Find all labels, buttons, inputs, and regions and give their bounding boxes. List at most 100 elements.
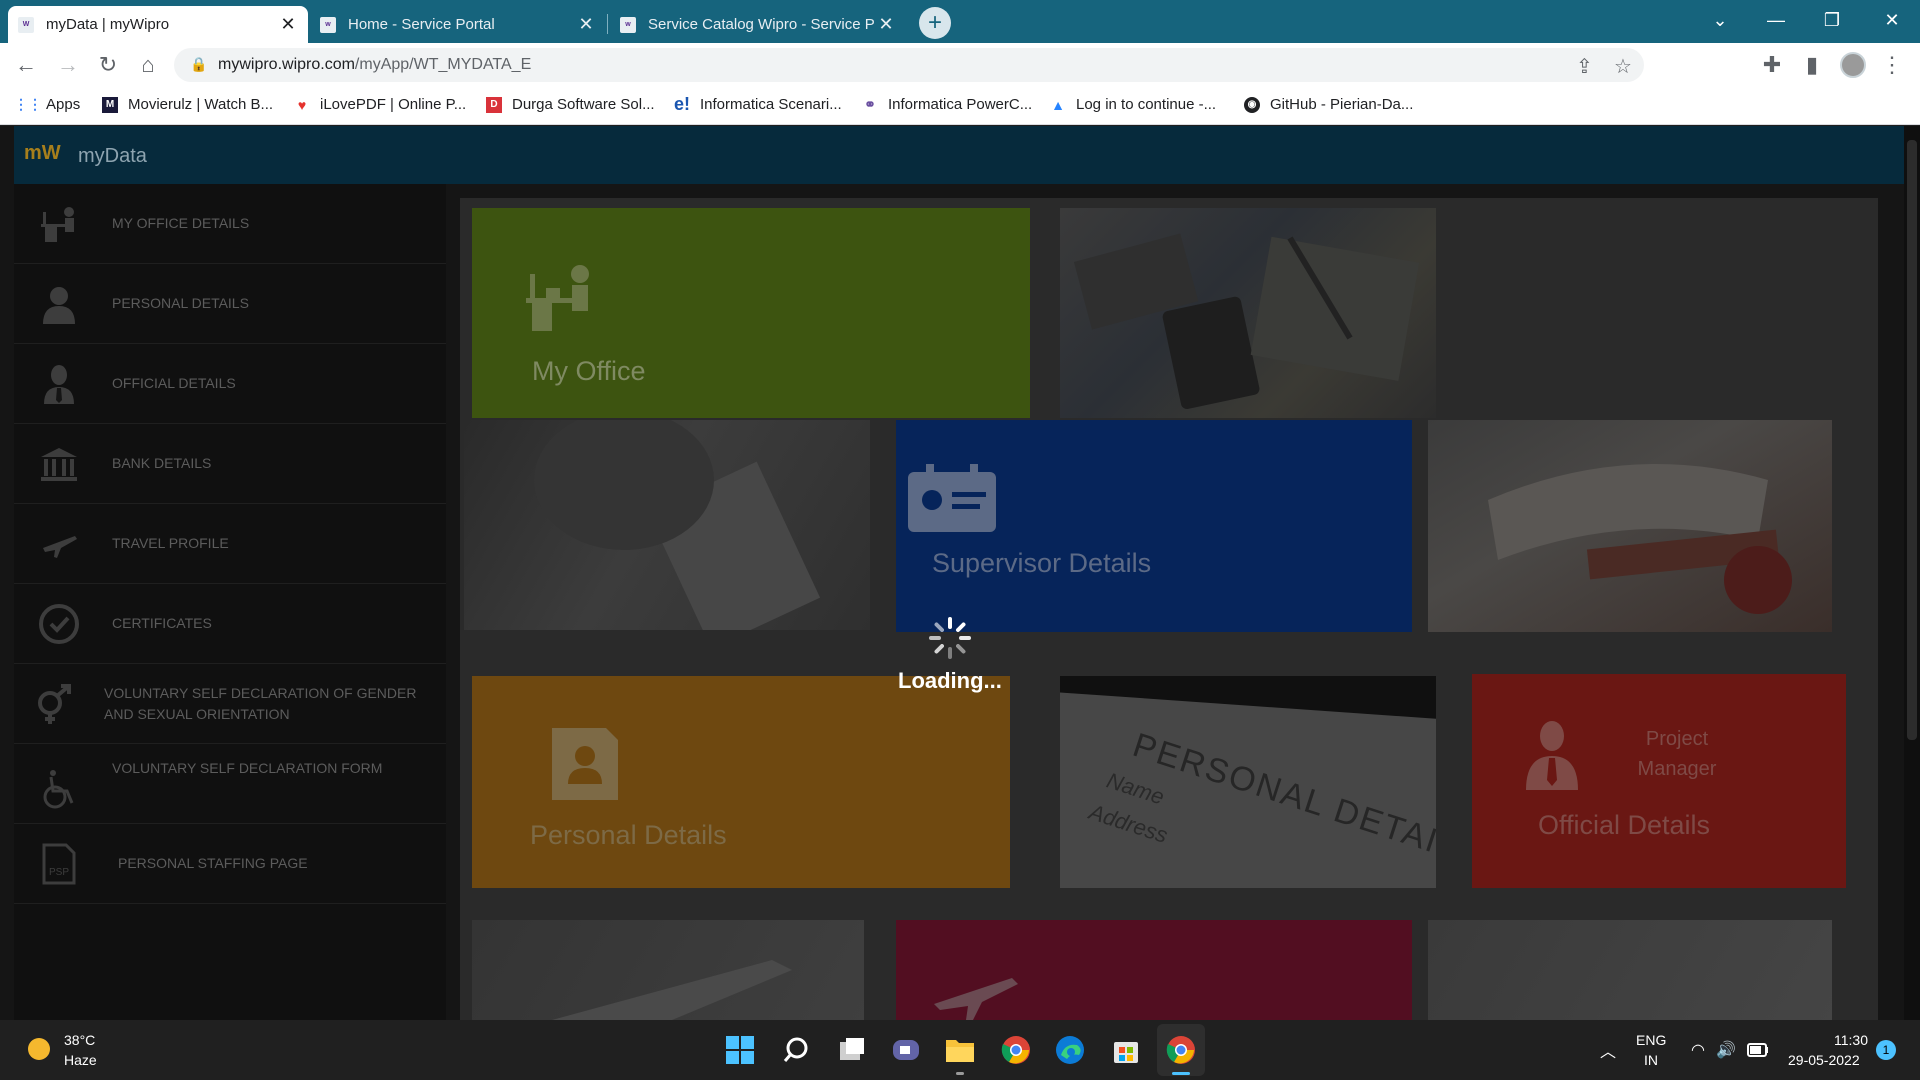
ilovepdf-heart-icon: ♥ (297, 96, 307, 113)
bookmark-label: iLovePDF | Online P... (320, 96, 467, 113)
informatica-e-icon: e! (674, 94, 691, 114)
sidebar-item-my-office-details[interactable]: MY OFFICE DETAILS (14, 184, 446, 264)
bookmark-ilovepdf[interactable]: ♥ iLovePDF | Online P... (294, 96, 466, 113)
app-header: mW myData (14, 126, 1904, 184)
back-arrow-icon[interactable]: ← (10, 49, 42, 81)
my-office-tile[interactable]: My Office (472, 208, 1030, 418)
sidebar-item-personal-details[interactable]: PERSONAL DETAILS (14, 264, 446, 344)
close-tab-icon[interactable]: ✕ (576, 14, 596, 35)
sidebar-item-personal-staffing-page[interactable]: PSP PERSONAL STAFFING PAGE (14, 824, 446, 904)
apps-grid-icon: ⋮⋮ (14, 96, 42, 112)
main-content: My Office Supervisor Details Personal De… (446, 184, 1904, 1020)
official-details-tile[interactable]: Project Manager Official Details (1472, 674, 1846, 888)
airplane-icon (934, 978, 1018, 1020)
teams-chat-icon[interactable] (890, 1034, 922, 1066)
bookmark-apps[interactable]: ⋮⋮ Apps (14, 96, 80, 113)
hands-photo (1428, 920, 1832, 1020)
clock-date[interactable]: 29-05-2022 (1788, 1052, 1860, 1068)
sidebar-item-travel-profile[interactable]: TRAVEL PROFILE (14, 504, 446, 584)
bookmark-atlassian[interactable]: ▲ Log in to continue -... (1050, 96, 1216, 113)
extensions-puzzle-icon[interactable]: ✚ (1756, 49, 1788, 81)
sidebar-item-label: VOLUNTARY SELF DECLARATION FORM (112, 760, 383, 776)
close-window-button[interactable]: ✕ (1864, 0, 1920, 40)
browser-tab-strip: W myData | myWipro ✕ w Home - Service Po… (0, 0, 1920, 43)
menu-kebab-icon[interactable]: ⋮ (1876, 49, 1908, 81)
contact-card-icon (552, 728, 618, 800)
weather-sun-icon[interactable] (28, 1038, 50, 1060)
language-code[interactable]: ENG (1636, 1032, 1666, 1048)
page-scrollbar[interactable] (1904, 126, 1920, 1020)
tab-mydata[interactable]: W myData | myWipro ✕ (8, 6, 308, 43)
mywipro-logo[interactable]: mW (24, 142, 61, 165)
tab-title: Service Catalog Wipro - Service P (648, 16, 875, 33)
desk-person-icon (526, 265, 589, 331)
bookmark-movierulz[interactable]: M Movierulz | Watch B... (102, 96, 273, 113)
tab-search-chevron-icon[interactable]: ⌄ (1692, 0, 1748, 40)
share-icon[interactable]: ⇪ (1576, 54, 1593, 79)
close-tab-icon[interactable]: ✕ (278, 14, 298, 35)
github-icon: ◉ (1244, 96, 1260, 113)
bookmarks-bar: ⋮⋮ Apps M Movierulz | Watch B... ♥ iLove… (0, 87, 1920, 125)
file-explorer-icon[interactable] (944, 1034, 976, 1066)
travel-profile-tile[interactable] (896, 920, 1412, 1020)
edge-icon[interactable] (1054, 1034, 1086, 1066)
lock-icon[interactable]: 🔒 (190, 56, 207, 73)
tab-service-catalog[interactable]: w Service Catalog Wipro - Service P ✕ (610, 6, 906, 43)
forward-arrow-icon[interactable]: → (52, 49, 84, 81)
volume-icon[interactable]: 🔊 (1710, 1034, 1742, 1066)
app-title: myData (78, 145, 147, 167)
battery-icon[interactable] (1742, 1034, 1774, 1066)
sidebar-item-official-details[interactable]: OFFICIAL DETAILS (14, 344, 446, 424)
tab-divider (607, 14, 608, 34)
bookmark-star-icon[interactable]: ☆ (1614, 54, 1632, 79)
sidebar-item-bank-details[interactable]: BANK DETAILS (14, 424, 446, 504)
sidebar-item-certificates[interactable]: CERTIFICATES (14, 584, 446, 664)
new-tab-button[interactable]: + (919, 7, 951, 39)
person-icon (36, 281, 82, 327)
sidebar-item-gender-declaration[interactable]: VOLUNTARY SELF DECLARATION OF GENDER AND… (14, 664, 446, 744)
photo-heading: PERSONAL DETAILS (1128, 726, 1436, 875)
tab-service-portal[interactable]: w Home - Service Portal ✕ (310, 6, 606, 43)
personal-details-paper-photo: PERSONAL DETAILS Name Address (1060, 676, 1436, 888)
weather-desc[interactable]: Haze (64, 1052, 97, 1068)
tile-subtitle-line1: Project (1645, 728, 1709, 750)
windows-start-icon[interactable] (724, 1034, 756, 1066)
personal-details-tile[interactable]: Personal Details (472, 676, 1010, 888)
side-panel-icon[interactable]: ▮ (1796, 49, 1828, 81)
task-view-icon[interactable] (836, 1034, 868, 1066)
restore-button[interactable]: ❐ (1804, 0, 1860, 40)
close-tab-icon[interactable]: ✕ (876, 14, 896, 35)
minimize-button[interactable]: — (1748, 0, 1804, 40)
loading-indicator: Loading... (898, 616, 1008, 706)
wipro-favicon-icon: w (320, 16, 336, 33)
bookmark-informatica-powercenter[interactable]: ⚭ Informatica PowerC... (862, 96, 1032, 113)
chrome-active-icon[interactable] (1165, 1034, 1197, 1066)
url-text: mywipro.wipro.com/myApp/WT_MYDATA_E (218, 56, 532, 73)
supervisor-details-tile[interactable]: Supervisor Details (896, 420, 1412, 632)
clock-time[interactable]: 11:30 (1834, 1032, 1868, 1048)
sidebar-item-self-declaration-form[interactable]: VOLUNTARY SELF DECLARATION FORM (14, 744, 446, 824)
chrome-icon[interactable] (1000, 1034, 1032, 1066)
bookmark-label: Log in to continue -... (1076, 96, 1217, 113)
airplane-icon (36, 521, 82, 567)
address-bar[interactable]: 🔒 mywipro.wipro.com/myApp/WT_MYDATA_E ⇪ … (174, 48, 1644, 82)
bookmark-label: Movierulz | Watch B... (128, 96, 274, 113)
bookmark-label: GitHub - Pierian-Da... (1270, 96, 1414, 113)
bookmark-label: Informatica Scenari... (700, 96, 842, 113)
bookmark-durga[interactable]: D Durga Software Sol... (486, 96, 655, 113)
chevron-up-icon[interactable]: ︿ (1592, 1034, 1624, 1066)
sidebar-item-label: MY OFFICE DETAILS (112, 215, 250, 231)
notification-badge[interactable]: 1 (1876, 1040, 1896, 1060)
search-icon[interactable] (780, 1034, 812, 1066)
bookmark-github[interactable]: ◉ GitHub - Pierian-Da... (1244, 96, 1413, 113)
mywipro-favicon-icon: W (18, 16, 34, 33)
microsoft-store-icon[interactable] (1110, 1034, 1142, 1066)
reload-icon[interactable]: ↻ (92, 49, 124, 81)
region-code[interactable]: IN (1644, 1052, 1658, 1068)
bookmark-informatica-scenarios[interactable]: e! Informatica Scenari... (674, 94, 842, 114)
scrollbar-thumb[interactable] (1907, 140, 1917, 740)
home-icon[interactable]: ⌂ (132, 49, 164, 81)
weather-temp[interactable]: 38°C (64, 1032, 95, 1048)
wheelchair-icon (36, 766, 82, 812)
profile-avatar[interactable] (1840, 52, 1866, 78)
